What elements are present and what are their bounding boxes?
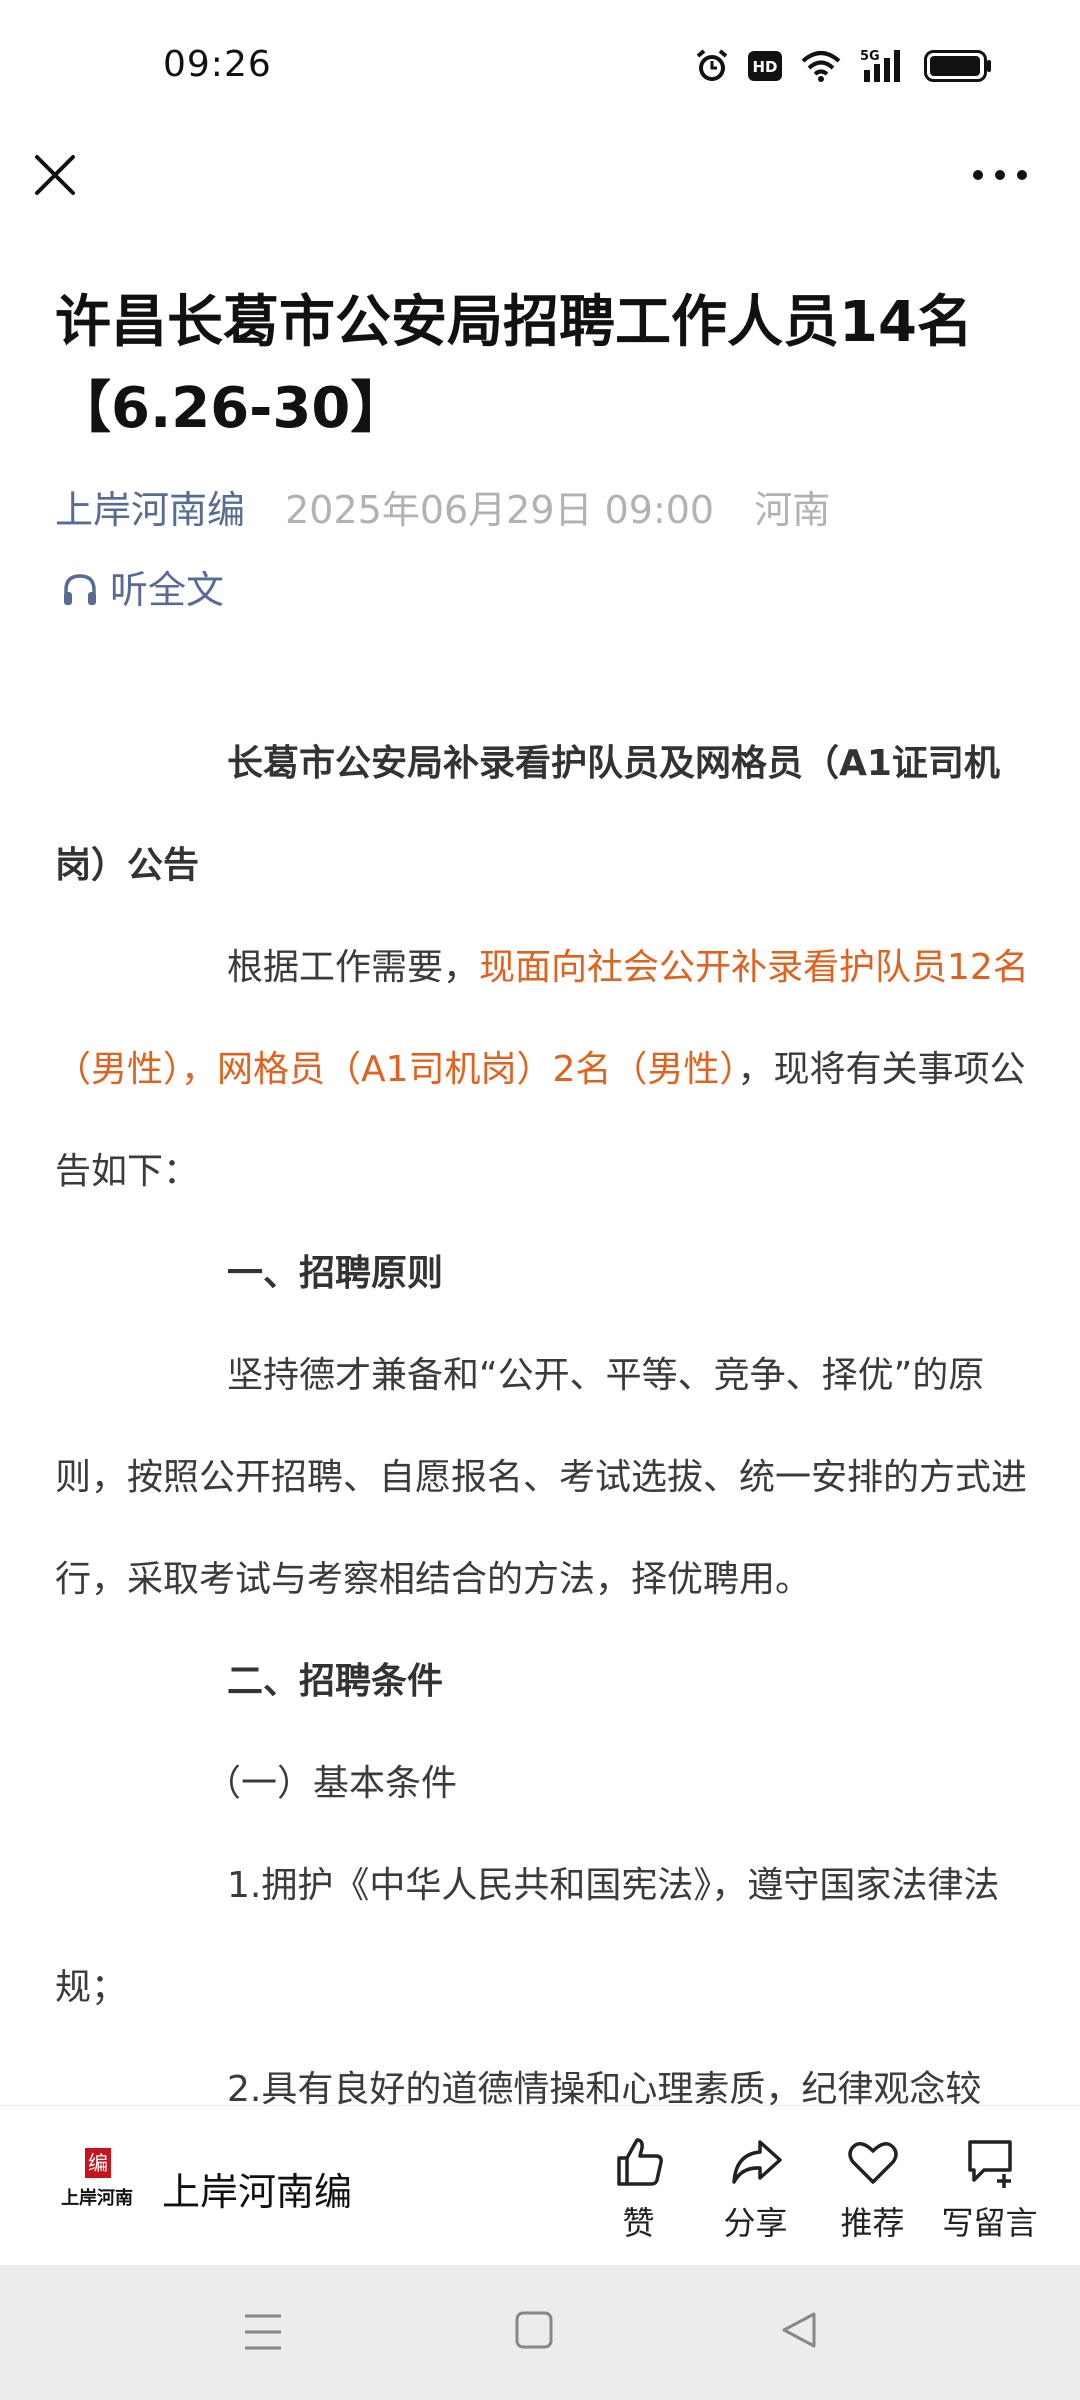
more-button[interactable] — [970, 160, 1030, 190]
5g-signal-icon: 5G — [860, 48, 906, 84]
share-icon — [731, 2140, 782, 2184]
status-bar: 09:26 HD 5G — [0, 0, 1080, 130]
hd-icon: HD — [748, 51, 782, 81]
like-label: 赞 — [622, 2204, 655, 2242]
like-button[interactable]: 赞 — [580, 2134, 697, 2244]
section1-title: 一、招聘原则 — [227, 1253, 444, 1294]
battery-icon — [924, 50, 992, 82]
section1-text: 坚持德才兼备和“公开、平等、竞争、择优”的原则，按照公开招聘、自愿报名、考试选拔… — [55, 1355, 1028, 1600]
menu-button[interactable] — [243, 2310, 283, 2358]
home-button[interactable] — [515, 2310, 553, 2354]
headphone-icon — [64, 574, 96, 605]
item1-text: 1.拥护《中华人民共和国宪法》，遵守国家法律法规； — [55, 1865, 1000, 2008]
logo-seal: 编 — [85, 2148, 111, 2178]
status-time: 09:26 — [163, 44, 272, 85]
menu-icon — [245, 2314, 281, 2350]
comment-label: 写留言 — [941, 2204, 1038, 2242]
heart-icon — [847, 2142, 898, 2184]
nav-bar — [0, 130, 1080, 230]
system-nav-bar — [0, 2265, 1080, 2400]
recommend-label: 推荐 — [840, 2204, 905, 2242]
publish-date: 2025年06月29日 09:00 — [285, 488, 715, 532]
more-icon — [973, 170, 1027, 180]
close-icon — [35, 155, 75, 195]
item2-text: 2.具有良好的道德情操和心理素质，纪律观念较 — [227, 2069, 982, 2105]
action-group: 赞 分享 推荐 写留言 — [580, 2134, 1048, 2244]
account-logo[interactable]: 编 上岸河南 — [55, 2148, 139, 2222]
status-icons: HD 5G — [694, 46, 992, 86]
svg-text:5G: 5G — [860, 49, 880, 64]
back-triangle-icon — [782, 2312, 816, 2348]
wifi-icon — [800, 49, 842, 83]
home-square-icon — [515, 2311, 553, 2349]
subsection1-title: （一）基本条件 — [205, 1763, 458, 1804]
intro-paragraph: 根据工作需要，现面向社会公开补录看护队员12名（男性），网格员（A1司机岗）2名… — [55, 917, 1030, 1223]
alarm-icon — [694, 48, 730, 84]
share-label: 分享 — [723, 2204, 788, 2242]
thumbs-up-icon — [616, 2138, 663, 2186]
comment-icon — [967, 2140, 1012, 2188]
article-heading: 长葛市公安局补录看护队员及网格员（A1证司机岗）公告 — [55, 743, 1000, 886]
bottom-toolbar: 编 上岸河南 上岸河南编 赞 分享 推荐 写留言 — [0, 2105, 1080, 2266]
publish-region: 河南 — [754, 488, 831, 532]
comment-button[interactable]: 写留言 — [931, 2134, 1048, 2244]
author-link[interactable]: 上岸河南编 — [55, 488, 245, 532]
listen-button[interactable]: 听全文 — [60, 560, 224, 620]
recommend-button[interactable]: 推荐 — [814, 2134, 931, 2244]
svg-text:HD: HD — [752, 58, 777, 76]
logo-text: 上岸河南 — [61, 2188, 133, 2209]
close-button[interactable] — [30, 150, 80, 200]
listen-label: 听全文 — [110, 568, 225, 612]
article-body: 长葛市公安局补录看护队员及网格员（A1证司机岗）公告 根据工作需要，现面向社会公… — [55, 713, 1030, 2105]
article-meta: 上岸河南编 2025年06月29日 09:00 河南 — [55, 480, 1035, 540]
article-title: 许昌长葛市公安局招聘工作人员14名【6.26-30】 — [55, 290, 973, 441]
share-button[interactable]: 分享 — [697, 2134, 814, 2244]
section2-title: 二、招聘条件 — [227, 1661, 444, 1702]
account-name[interactable]: 上岸河南编 — [162, 2161, 352, 2216]
intro-prefix: 根据工作需要， — [227, 947, 480, 988]
back-button[interactable] — [780, 2310, 818, 2354]
